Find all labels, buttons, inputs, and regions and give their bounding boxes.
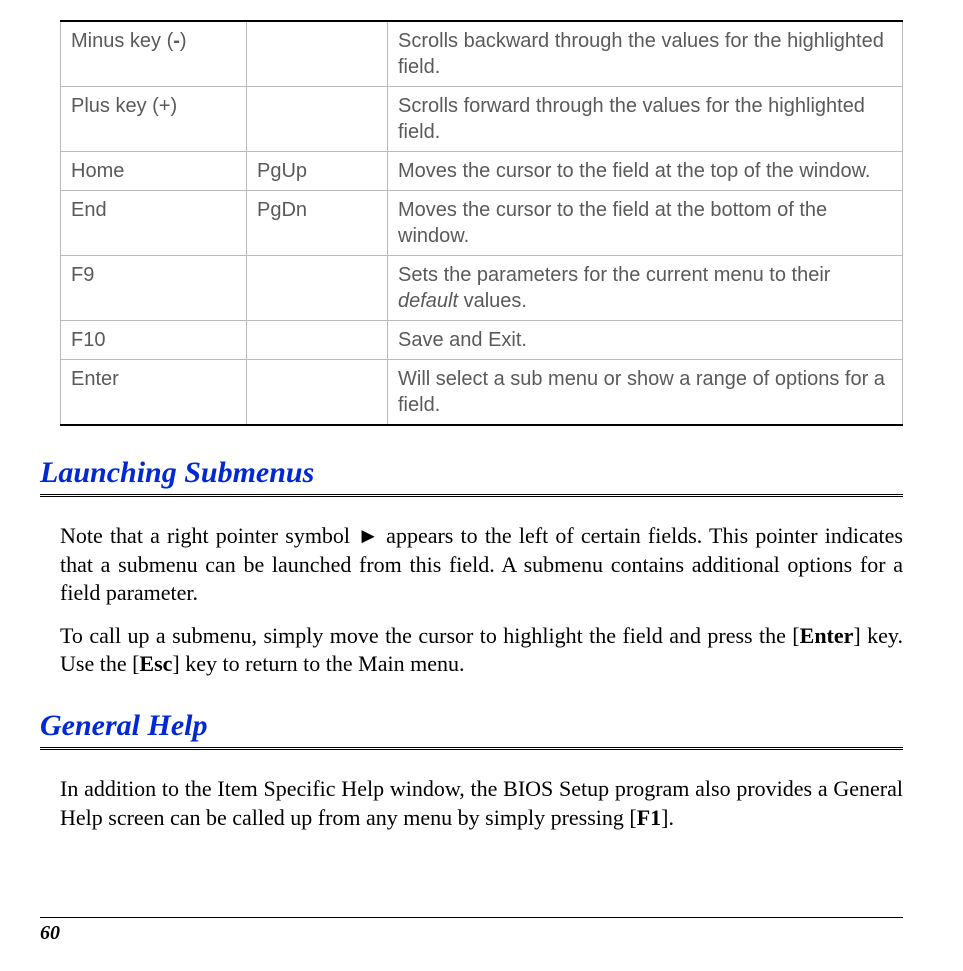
cell-key-primary: Home <box>61 152 247 191</box>
cell-description: Moves the cursor to the field at the top… <box>388 152 903 191</box>
text: ]. <box>661 805 674 830</box>
cell-key-primary: Minus key (-) <box>61 21 247 87</box>
text: Note that a right pointer symbol <box>60 523 357 548</box>
para-submenus-2: To call up a submenu, simply move the cu… <box>60 622 903 679</box>
rule-divider <box>40 494 903 500</box>
key-esc: Esc <box>139 651 172 676</box>
key-reference-table: Minus key (-) Scrolls backward through th… <box>60 20 903 426</box>
page-number: 60 <box>40 922 60 944</box>
cell-key-primary: F9 <box>61 256 247 321</box>
key-enter: Enter <box>800 623 854 648</box>
table-row: HomePgUpMoves the cursor to the field at… <box>61 152 903 191</box>
cell-description: Will select a sub menu or show a range o… <box>388 360 903 426</box>
right-pointer-icon: ► <box>357 523 379 548</box>
table-row: F9 Sets the parameters for the current me… <box>61 256 903 321</box>
table-row: Plus key (+) Scrolls forward through the … <box>61 87 903 152</box>
cell-description: Moves the cursor to the field at the bot… <box>388 191 903 256</box>
heading-general-help: General Help <box>40 709 903 743</box>
cell-key-secondary: PgUp <box>247 152 388 191</box>
cell-key-primary: Plus key (+) <box>61 87 247 152</box>
cell-key-secondary <box>247 360 388 426</box>
cell-key-primary: F10 <box>61 321 247 360</box>
cell-description: Save and Exit. <box>388 321 903 360</box>
heading-launching-submenus: Launching Submenus <box>40 456 903 490</box>
table-row: F10 Save and Exit. <box>61 321 903 360</box>
cell-key-secondary: PgDn <box>247 191 388 256</box>
para-general-help-1: In addition to the Item Specific Help wi… <box>60 775 903 832</box>
text: In addition to the Item Specific Help wi… <box>60 776 903 830</box>
table-row: Enter Will select a sub menu or show a ra… <box>61 360 903 426</box>
para-submenus-1: Note that a right pointer symbol ► appea… <box>60 522 903 608</box>
page-footer: 60 <box>40 917 903 945</box>
cell-description: Sets the parameters for the current menu… <box>388 256 903 321</box>
cell-key-primary: End <box>61 191 247 256</box>
cell-description: Scrolls backward through the values for … <box>388 21 903 87</box>
cell-key-secondary <box>247 87 388 152</box>
text: To call up a submenu, simply move the cu… <box>60 623 800 648</box>
cell-key-secondary <box>247 256 388 321</box>
table-row: Minus key (-) Scrolls backward through th… <box>61 21 903 87</box>
cell-description: Scrolls forward through the values for t… <box>388 87 903 152</box>
key-f1: F1 <box>637 805 661 830</box>
rule-divider <box>40 747 903 753</box>
cell-key-primary: Enter <box>61 360 247 426</box>
cell-key-secondary <box>247 321 388 360</box>
text: ] key to return to the Main menu. <box>172 651 464 676</box>
cell-key-secondary <box>247 21 388 87</box>
table-row: EndPgDnMoves the cursor to the field at … <box>61 191 903 256</box>
